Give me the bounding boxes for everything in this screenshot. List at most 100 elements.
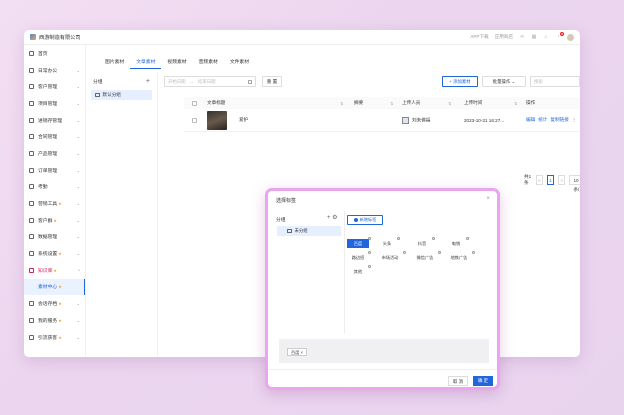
- chevron-icon[interactable]: ⌄: [77, 301, 80, 306]
- page-1-button[interactable]: 1: [546, 175, 555, 185]
- next-page-button[interactable]: >: [558, 175, 566, 185]
- tag-market-event[interactable]: 市场活动: [376, 251, 406, 262]
- tag-wechat-ad[interactable]: 微信广告: [411, 251, 441, 262]
- chevron-icon[interactable]: ⌄: [77, 184, 80, 189]
- company-name[interactable]: 西游制造有限公司: [39, 34, 81, 41]
- reset-button[interactable]: 重 置: [262, 76, 282, 87]
- tag-metro-ad[interactable]: 地铁广告: [445, 251, 475, 262]
- tag-remove-icon[interactable]: [397, 237, 400, 240]
- tag-remove-icon[interactable]: [368, 251, 371, 254]
- trash-icon[interactable]: ⌂: [543, 34, 549, 40]
- app-store-link[interactable]: 应用商店: [495, 34, 513, 40]
- search-input[interactable]: 搜索: [530, 76, 580, 87]
- stats-link[interactable]: 统计: [538, 117, 547, 122]
- date-range-picker[interactable]: 开始日期 → 结束日期: [164, 76, 256, 87]
- sort-icon[interactable]: ⇅: [514, 101, 517, 106]
- start-date[interactable]: 开始日期: [168, 79, 186, 85]
- row-checkbox[interactable]: [192, 117, 197, 123]
- share-icon[interactable]: ⋖: [519, 34, 525, 40]
- add-material-button[interactable]: + 添加素材: [442, 76, 478, 87]
- cancel-button[interactable]: 取 消: [448, 376, 468, 386]
- sidebar-item[interactable]: 日常办公 ⌄: [24, 62, 85, 79]
- group-item-default[interactable]: 默认分组: [91, 90, 152, 100]
- sidebar-item[interactable]: 考勤 ⌄: [24, 179, 85, 196]
- chevron-icon[interactable]: ⌄: [77, 101, 80, 106]
- sidebar-item[interactable]: 订单管理 ⌄: [24, 162, 85, 179]
- sort-icon[interactable]: ⇅: [448, 101, 451, 106]
- chevron-icon[interactable]: ⌄: [77, 218, 80, 223]
- sidebar-item[interactable]: 我的服务 ★ ⌄: [24, 312, 85, 329]
- sidebar-item[interactable]: 项目管理 ⌄: [24, 95, 85, 112]
- tag-remove-icon[interactable]: [368, 237, 371, 240]
- chevron-icon[interactable]: ⌄: [77, 68, 80, 73]
- sidebar-item[interactable]: 系统设置 ★ ⌄: [24, 245, 85, 262]
- bell-icon[interactable]: ◔ 8: [555, 32, 564, 40]
- tag-remove-icon[interactable]: [403, 251, 406, 254]
- tag-remove-icon[interactable]: [432, 237, 435, 240]
- vip-icon: ★: [58, 251, 62, 257]
- sidebar-item[interactable]: 进销存管理 ⌄: [24, 112, 85, 129]
- sidebar-item[interactable]: 会话存档 ★ ⌄: [24, 295, 85, 312]
- tag-roadside[interactable]: 路边招: [347, 251, 371, 262]
- chevron-icon[interactable]: ⌄: [77, 168, 80, 173]
- tag-douyin[interactable]: 抖音: [411, 237, 435, 248]
- sidebar-item[interactable]: 数据管理 ⌄: [24, 229, 85, 246]
- more-icon[interactable]: ⋮: [572, 117, 577, 122]
- col-time: 上传时间: [464, 100, 483, 105]
- menu-icon: [29, 150, 34, 156]
- sort-icon[interactable]: ⇅: [340, 101, 343, 106]
- chevron-icon[interactable]: ⌄: [77, 201, 80, 206]
- tab-images[interactable]: 图片素材: [99, 57, 130, 69]
- chevron-icon[interactable]: ⌄: [77, 151, 80, 156]
- confirm-button[interactable]: 确 定: [473, 376, 493, 386]
- tab-audio[interactable]: 音频素材: [193, 57, 224, 69]
- tag-remove-icon[interactable]: [472, 251, 475, 254]
- tag-telesales[interactable]: 电销: [445, 237, 469, 248]
- close-icon[interactable]: ×: [486, 196, 490, 202]
- add-group-icon[interactable]: +: [146, 78, 150, 85]
- app-download-link[interactable]: APP下载: [470, 34, 488, 40]
- sidebar-item[interactable]: 引流获客 ★ ⌄: [24, 329, 85, 346]
- sidebar-item[interactable]: 客户管理 ⌄: [24, 78, 85, 95]
- grid-icon[interactable]: ▦: [531, 34, 537, 40]
- chevron-icon[interactable]: ⌄: [77, 335, 80, 340]
- page-size-select[interactable]: 10 条/页: [569, 175, 580, 192]
- tag-other[interactable]: 其他: [347, 265, 371, 276]
- sidebar-item[interactable]: 知识库 ★ ^: [24, 262, 85, 279]
- sidebar-item[interactable]: 产品管理 ⌄: [24, 145, 85, 162]
- tab-articles[interactable]: 文章素材: [130, 57, 162, 69]
- chevron-icon[interactable]: ⌄: [77, 234, 80, 239]
- prev-page-button[interactable]: <: [535, 175, 543, 185]
- sidebar-item[interactable]: 客户群 ★ ⌄: [24, 212, 85, 229]
- new-tag-button[interactable]: 新增标签: [347, 215, 383, 225]
- end-date[interactable]: 结束日期: [198, 79, 216, 85]
- chevron-icon[interactable]: ^: [78, 268, 80, 273]
- tag-remove-icon[interactable]: [466, 237, 469, 240]
- batch-ops-button[interactable]: 批量操作 ⌄: [482, 76, 526, 87]
- sidebar-item[interactable]: 素材中心 ★: [24, 278, 85, 296]
- sidebar-item[interactable]: 合同管理 ⌄: [24, 128, 85, 145]
- row-title[interactable]: 爱护: [239, 117, 248, 123]
- tag-toutiao[interactable]: 头条: [376, 237, 400, 248]
- sidebar-item[interactable]: 首页: [24, 45, 85, 62]
- sort-icon[interactable]: ⇅: [390, 101, 393, 106]
- tag-remove-icon[interactable]: [368, 265, 371, 268]
- tab-videos[interactable]: 视频素材: [161, 57, 192, 69]
- group-actions-icon[interactable]: + ⚙: [327, 214, 338, 221]
- copy-link[interactable]: 复制链接: [550, 117, 568, 122]
- chevron-icon[interactable]: ⌄: [77, 318, 80, 323]
- tag-baidu[interactable]: 百度: [347, 237, 371, 248]
- edit-link[interactable]: 编辑: [526, 117, 535, 122]
- chevron-icon[interactable]: ⌄: [77, 84, 80, 89]
- sidebar-item-label: 客户管理: [38, 85, 58, 91]
- chevron-icon[interactable]: ⌄: [77, 134, 80, 139]
- dialog-group-item[interactable]: 未分组: [277, 226, 341, 236]
- user-avatar[interactable]: [567, 33, 574, 41]
- selected-tag-chip[interactable]: 百度 ×: [287, 348, 307, 356]
- chevron-icon[interactable]: ⌄: [77, 251, 80, 256]
- chevron-icon[interactable]: ⌄: [77, 118, 80, 123]
- select-all-checkbox[interactable]: [192, 100, 197, 106]
- sidebar-item[interactable]: 营销工具 ★ ⌄: [24, 195, 85, 212]
- tag-remove-icon[interactable]: [438, 251, 441, 254]
- tab-files[interactable]: 文件素材: [224, 57, 255, 69]
